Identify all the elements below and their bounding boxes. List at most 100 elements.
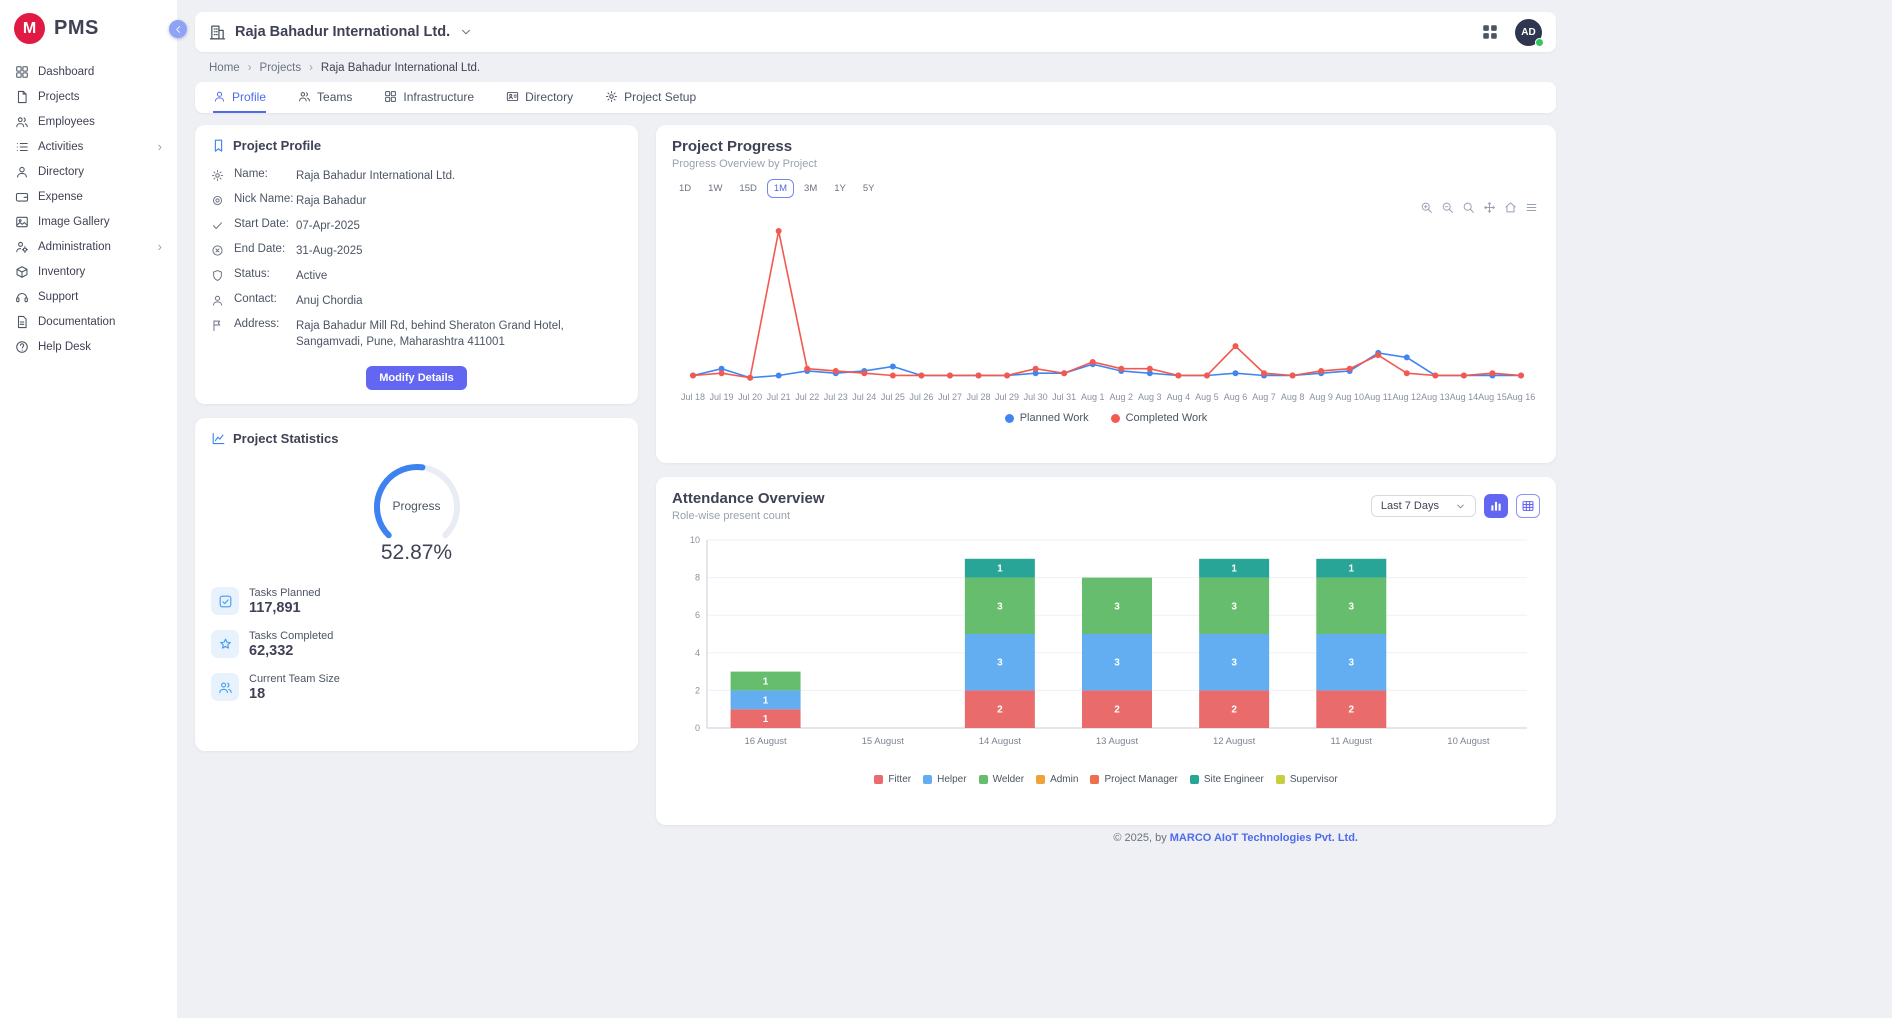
chevron-right-icon: › <box>158 240 162 253</box>
sidebar-item-label: Employees <box>38 116 162 128</box>
company-link[interactable]: MARCO AIoT Technologies Pvt. Ltd. <box>1170 832 1358 844</box>
range-15d-button[interactable]: 15D <box>732 179 763 198</box>
svg-text:Jul 27: Jul 27 <box>938 392 962 402</box>
project-progress-card: Project Progress Progress Overview by Pr… <box>656 125 1556 463</box>
tab-teams[interactable]: Teams <box>298 82 352 113</box>
range-3m-button[interactable]: 3M <box>797 179 824 198</box>
apps-grid-icon[interactable] <box>1481 23 1499 41</box>
svg-text:Jul 22: Jul 22 <box>795 392 819 402</box>
zoom-in-icon[interactable] <box>1420 201 1433 214</box>
sidebar-item-expense[interactable]: Expense <box>0 184 177 209</box>
modify-details-button[interactable]: Modify Details <box>366 366 467 390</box>
breadcrumb-separator: › <box>248 62 252 74</box>
legend-item[interactable]: Site Engineer <box>1190 774 1264 785</box>
stat-item: Tasks Completed62,332 <box>211 630 622 659</box>
tab-profile[interactable]: Profile <box>213 82 266 113</box>
legend-label: Supervisor <box>1290 774 1338 785</box>
svg-text:Jul 19: Jul 19 <box>710 392 734 402</box>
sidebar-nav: DashboardProjects Employees Activities›Dir… <box>0 59 177 359</box>
field-value: Raja Bahadur <box>296 193 622 209</box>
legend-dot <box>1111 414 1120 423</box>
tabs: Profile Teams Infrastructure Directory Proje… <box>195 82 1556 113</box>
range-1m-button[interactable]: 1M <box>767 179 794 198</box>
stat-label: Tasks Completed <box>249 630 333 642</box>
sidebar-item-image-gallery[interactable]: Image Gallery <box>0 209 177 234</box>
svg-text:12 August: 12 August <box>1213 736 1256 747</box>
stat-label: Tasks Planned <box>249 587 321 599</box>
sidebar-item-documentation[interactable]: Documentation <box>0 309 177 334</box>
zoom-out-icon[interactable] <box>1441 201 1454 214</box>
search-icon[interactable] <box>1462 201 1475 214</box>
sidebar-item-inventory[interactable]: Inventory <box>0 259 177 284</box>
user-avatar[interactable]: AD <box>1515 19 1542 46</box>
dashboard-icon <box>15 65 29 79</box>
legend-label: Welder <box>993 774 1025 785</box>
svg-text:1: 1 <box>763 714 769 725</box>
tab-directory[interactable]: Directory <box>506 82 573 113</box>
legend-item[interactable]: Admin <box>1036 774 1078 785</box>
table-view-button[interactable] <box>1516 494 1540 518</box>
sidebar-item-activities[interactable]: Activities› <box>0 134 177 159</box>
svg-text:Aug 16: Aug 16 <box>1507 392 1535 402</box>
range-5y-button[interactable]: 5Y <box>856 179 882 198</box>
svg-text:Aug 15: Aug 15 <box>1478 392 1507 402</box>
legend-item[interactable]: Completed Work <box>1111 412 1208 424</box>
sidebar-item-label: Expense <box>38 191 162 203</box>
sidebar-collapse-button[interactable] <box>169 20 187 38</box>
sidebar-item-support[interactable]: Support <box>0 284 177 309</box>
sidebar: M PMS DashboardProjectsEmployeesActiviti… <box>0 0 178 1018</box>
progress-line-chart[interactable]: Jul 18Jul 19Jul 20Jul 21Jul 22Jul 23Jul … <box>677 212 1535 412</box>
legend-label: Helper <box>937 774 966 785</box>
attendance-bar-chart[interactable]: 024681016 August11115 August14 August233… <box>677 530 1535 770</box>
sidebar-item-label: Documentation <box>38 316 162 328</box>
sidebar-item-employees[interactable]: Employees <box>0 109 177 134</box>
pan-icon[interactable] <box>1483 201 1496 214</box>
tab-project-setup[interactable]: Project Setup <box>605 82 696 113</box>
progress-legend: Planned Work Completed Work <box>672 412 1540 424</box>
range-1d-button[interactable]: 1D <box>672 179 698 198</box>
svg-text:Aug 5: Aug 5 <box>1195 392 1219 402</box>
home-icon[interactable] <box>1504 201 1517 214</box>
field-label: Address: <box>234 318 296 330</box>
range-buttons: 1D1W15D1M3M1Y5Y <box>672 179 1540 198</box>
attendance-overview-card: Attendance Overview Role-wise present co… <box>656 477 1556 825</box>
range-1y-button[interactable]: 1Y <box>827 179 853 198</box>
sidebar-item-administration[interactable]: Administration› <box>0 234 177 259</box>
legend-item[interactable]: Supervisor <box>1276 774 1338 785</box>
svg-text:2: 2 <box>695 685 700 695</box>
profile-field: Contact:Anuj Chordia <box>211 288 622 313</box>
person-icon <box>213 90 226 103</box>
date-range-select[interactable]: Last 7 Days <box>1371 495 1476 517</box>
legend-item[interactable]: Planned Work <box>1005 412 1089 424</box>
sidebar-item-directory[interactable]: Directory <box>0 159 177 184</box>
svg-text:3: 3 <box>1349 658 1355 669</box>
svg-text:Jul 23: Jul 23 <box>824 392 848 402</box>
breadcrumb-item[interactable]: Home <box>209 62 240 74</box>
svg-text:1: 1 <box>1231 564 1237 575</box>
headset-icon <box>15 290 29 304</box>
range-1w-button[interactable]: 1W <box>701 179 729 198</box>
legend-item[interactable]: Welder <box>979 774 1025 785</box>
sidebar-item-help-desk[interactable]: Help Desk <box>0 334 177 359</box>
company-selector[interactable]: Raja Bahadur International Ltd. <box>209 24 1481 41</box>
menu-icon[interactable] <box>1525 201 1538 214</box>
legend-item[interactable]: Project Manager <box>1090 774 1177 785</box>
legend-item[interactable]: Fitter <box>874 774 911 785</box>
svg-text:Jul 24: Jul 24 <box>852 392 876 402</box>
copyright-text: © 2025, by <box>1113 832 1166 844</box>
tab-label: Teams <box>317 90 352 104</box>
profile-field: Start Date:07-Apr-2025 <box>211 213 622 238</box>
check-icon <box>211 219 225 233</box>
field-value: 07-Apr-2025 <box>296 218 622 234</box>
bar-view-button[interactable] <box>1484 494 1508 518</box>
breadcrumb-item[interactable]: Projects <box>260 62 302 74</box>
svg-text:3: 3 <box>1231 658 1237 669</box>
tab-infrastructure[interactable]: Infrastructure <box>384 82 474 113</box>
legend-label: Admin <box>1050 774 1078 785</box>
sidebar-item-dashboard[interactable]: Dashboard <box>0 59 177 84</box>
attendance-chart-subtitle: Role-wise present count <box>672 510 825 522</box>
legend-item[interactable]: Helper <box>923 774 966 785</box>
sidebar-item-projects[interactable]: Projects <box>0 84 177 109</box>
admin-icon <box>15 240 29 254</box>
star-icon <box>211 630 239 658</box>
